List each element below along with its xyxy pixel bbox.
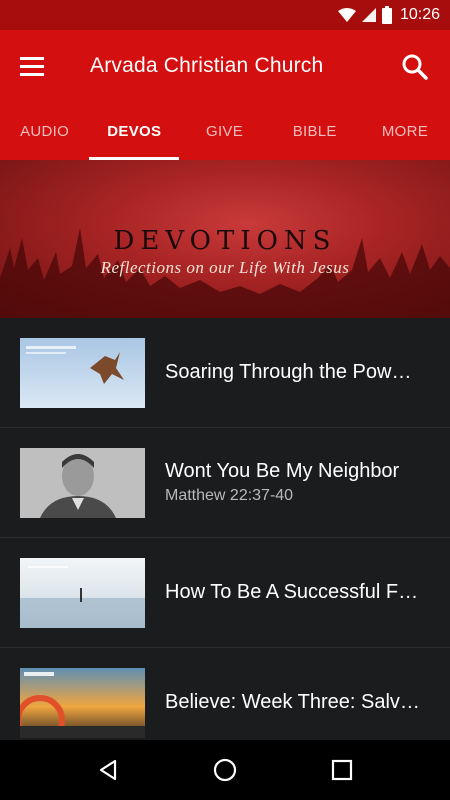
lake-thumbnail	[20, 557, 145, 628]
banner-title: DEVOTIONS	[113, 226, 337, 256]
tab-audio[interactable]: AUDIO	[0, 102, 89, 160]
tab-more[interactable]: MORE	[360, 102, 450, 160]
item-subtitle: Matthew 22:37-40	[165, 487, 294, 504]
cell-signal-icon	[361, 8, 376, 22]
banner-subtitle: Reflections on our Life With Jesus	[100, 258, 350, 277]
item-title: Believe: Week Three: Salv…	[165, 691, 420, 713]
tab-bar: AUDIO DEVOS GIVE BIBLE MORE	[0, 102, 450, 160]
tab-devos[interactable]: DEVOS	[89, 102, 180, 160]
wifi-icon	[337, 8, 356, 22]
portrait-thumbnail	[20, 447, 145, 518]
menu-icon[interactable]	[20, 52, 50, 80]
toolbar: Arvada Christian Church	[0, 30, 450, 102]
list-item[interactable]: Wont You Be My Neighbor Matthew 22:37-40	[0, 428, 450, 538]
list-item[interactable]: Believe: Week Three: Salv…	[0, 648, 450, 740]
tab-give[interactable]: GIVE	[179, 102, 269, 160]
sunset-thumbnail	[20, 667, 145, 738]
item-title: Wont You Be My Neighbor	[165, 460, 400, 482]
status-time: 10:26	[399, 6, 440, 23]
back-icon[interactable]	[88, 750, 128, 790]
battery-icon	[381, 6, 392, 24]
item-title: Soaring Through the Pow…	[165, 361, 412, 383]
list-item[interactable]: Soaring Through the Pow…	[0, 318, 450, 428]
app-bar: Arvada Christian Church AUDIO DEVOS GIVE…	[0, 30, 450, 160]
recents-icon[interactable]	[322, 750, 362, 790]
hawk-thumbnail	[20, 337, 145, 408]
item-title: How To Be A Successful F…	[165, 581, 419, 603]
system-nav-bar	[0, 740, 450, 800]
devotions-banner: DEVOTIONS Reflections on our Life With J…	[0, 160, 450, 318]
list-item[interactable]: How To Be A Successful F…	[0, 538, 450, 648]
app-title: Arvada Christian Church	[90, 54, 324, 77]
home-icon[interactable]	[205, 750, 245, 790]
status-bar: 10:26	[0, 0, 450, 30]
tab-bible[interactable]: BIBLE	[270, 102, 360, 160]
search-icon[interactable]	[400, 52, 430, 82]
devotions-list: Soaring Through the Pow… Wont You Be My …	[0, 318, 450, 740]
